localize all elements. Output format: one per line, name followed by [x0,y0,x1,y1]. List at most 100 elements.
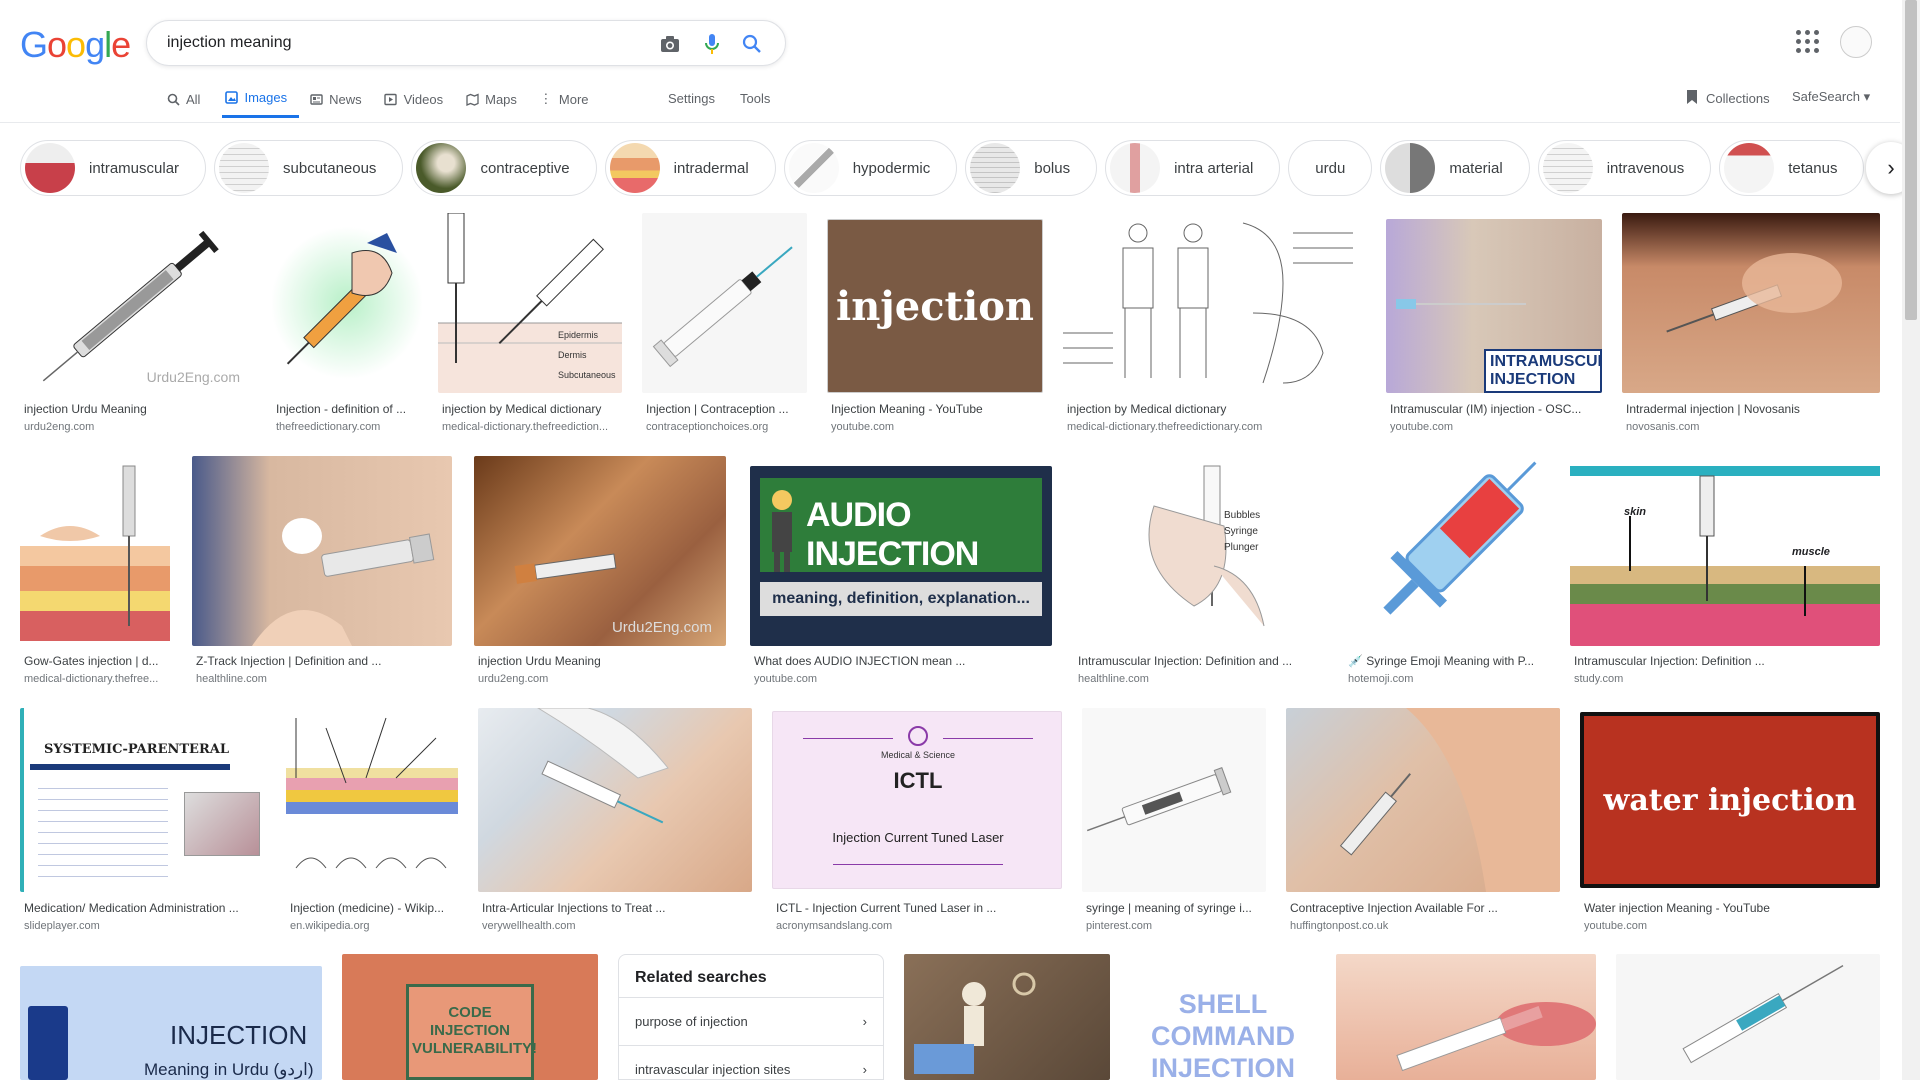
image-result[interactable]: CODE INJECTION VULNERABILITY! [342,954,598,1080]
result-thumbnail: AUDIO INJECTION meaning, definition, exp… [750,466,1052,646]
chip-intradermal[interactable]: intradermal [604,140,776,196]
chevron-right-icon: › [862,1062,867,1077]
result-title: injection Urdu Meaning [478,654,601,668]
image-result[interactable]: Urdu2Eng.com injection Urdu Meaning urdu… [20,213,252,443]
tab-videos[interactable]: Videos [384,80,456,118]
chip-thumbnail [219,143,270,193]
image-result[interactable]: Gow-Gates injection | d... medical-dicti… [20,456,170,688]
tab-maps[interactable]: Maps [465,80,529,118]
chip-thumbnail [1724,143,1775,193]
svg-text:Subcutaneous: Subcutaneous [558,370,616,380]
result-title: ICTL - Injection Current Tuned Laser in … [776,901,997,915]
chip-bolus[interactable]: bolus [965,140,1098,196]
result-source: youtube.com [754,673,817,685]
result-source: youtube.com [831,421,894,433]
collections-link[interactable]: Collections [1686,89,1770,108]
result-thumbnail [1622,213,1880,393]
image-result[interactable]: INTRAMUSCUL INJECTION Intramuscular (IM)… [1386,213,1602,443]
image-result[interactable]: Epidermis Dermis Subcutaneous injection by… [438,213,622,443]
google-logo[interactable]: Google [20,24,131,66]
result-thumbnail [904,954,1110,1080]
chip-urdu[interactable]: urdu [1288,140,1373,196]
related-search-label: intravascular injection sites [635,1062,791,1077]
tab-more[interactable]: ⋮ More [539,80,601,118]
image-text: AUDIO INJECTION [806,496,979,573]
chip-material[interactable]: material [1380,140,1530,196]
image-result[interactable]: Injection | Contraception ... contracept… [642,213,807,443]
image-text: CODE INJECTION VULNERABILITY! [412,1004,537,1057]
tab-news[interactable]: News [309,80,374,118]
image-result[interactable]: AUDIO INJECTION meaning, definition, exp… [750,456,1052,688]
image-result[interactable]: SYSTEMIC-PARENTERAL Medication/ Medicati… [20,708,266,938]
safesearch-menu[interactable]: SafeSearch ▾ [1792,89,1870,105]
chip-label: material [1449,159,1503,177]
chip-label: subcutaneous [283,159,377,177]
chip-subcutaneous[interactable]: subcutaneous [214,140,404,196]
camera-icon[interactable] [657,31,683,57]
result-title: Contraceptive Injection Available For ..… [1290,901,1498,915]
chip-thumbnail [970,143,1021,193]
image-result[interactable]: Intradermal injection | Novosanis novosa… [1622,213,1880,443]
image-result[interactable] [1616,954,1880,1080]
result-thumbnail: CODE INJECTION VULNERABILITY! [342,954,598,1080]
chip-contraceptive[interactable]: contraceptive [411,140,597,196]
scrollbar[interactable] [1902,0,1920,1080]
chip-label: contraceptive [480,159,570,177]
result-source: verywellhealth.com [482,920,576,932]
search-input[interactable] [167,30,637,56]
image-result[interactable]: Injection - definition of ... thefreedic… [272,213,422,443]
related-search-item[interactable]: intravascular injection sites › [619,1045,883,1080]
result-title: syringe | meaning of syringe i... [1086,901,1252,915]
header-divider [0,122,1900,123]
result-thumbnail [1616,954,1880,1080]
chip-intramuscular[interactable]: intramuscular [20,140,207,196]
image-result[interactable] [1336,954,1596,1080]
logo-letter: o [66,24,86,65]
image-watermark: Urdu2Eng.com [146,369,240,385]
apps-grid-icon[interactable] [1796,30,1820,54]
chip-hypodermic[interactable]: hypodermic [783,140,958,196]
result-thumbnail: Urdu2Eng.com [474,456,726,646]
tools-link[interactable]: Tools [740,91,770,106]
chip-tetanus[interactable]: tetanus [1719,140,1865,196]
image-result[interactable]: 💉 Syringe Emoji Meaning with P... hotemo… [1344,456,1550,688]
chip-thumbnail [25,143,75,193]
image-result[interactable]: INJECTION Meaning in Urdu (اردو) [20,966,322,1080]
chip-label: intra arterial [1174,159,1254,177]
result-source: urdu2eng.com [24,421,95,433]
image-result[interactable]: Bubbles Syringe Plunger Intramuscular In… [1074,456,1324,688]
image-result[interactable]: Contraceptive Injection Available For ..… [1286,708,1560,938]
settings-link[interactable]: Settings [668,91,715,106]
safesearch-label: SafeSearch [1792,89,1860,104]
image-result[interactable]: injection Injection Meaning - YouTube yo… [827,213,1043,443]
mic-icon[interactable] [699,31,725,57]
image-result[interactable]: syringe | meaning of syringe i... pinter… [1082,708,1266,938]
scrollbar-thumb[interactable] [1905,0,1917,320]
result-thumbnail: Bubbles Syringe Plunger [1074,456,1324,646]
chip-intravenous[interactable]: intravenous [1537,140,1712,196]
search-icon[interactable] [739,31,765,57]
image-result[interactable]: Z-Track Injection | Definition and ... h… [192,456,452,688]
image-result[interactable]: Urdu2Eng.com injection Urdu Meaning urdu… [474,456,726,688]
image-result[interactable]: Intra-Articular Injections to Treat ... … [478,708,752,938]
search-icon [166,92,180,106]
result-title: Gow-Gates injection | d... [24,654,159,668]
avatar[interactable] [1840,26,1872,58]
result-thumbnail: water injection [1580,712,1880,888]
image-result[interactable]: water injection Water injection Meaning … [1580,708,1880,938]
result-source: en.wikipedia.org [290,920,370,932]
logo-letter: l [104,24,112,65]
image-result[interactable]: SHELL COMMAND INJECTION [1130,954,1316,1080]
tab-all[interactable]: All [166,80,212,118]
chip-intra-arterial[interactable]: intra arterial [1105,140,1281,196]
image-result[interactable]: skin muscle Intramuscular Injection: Def… [1570,456,1880,688]
result-thumbnail [1082,708,1266,892]
image-result[interactable]: Medical & Science ICTL Injection Current… [772,708,1062,938]
chip-label: hypodermic [852,159,931,177]
tab-images[interactable]: Images [222,80,300,118]
result-title: injection by Medical dictionary [1067,402,1227,416]
related-search-item[interactable]: purpose of injection › [619,997,883,1045]
image-result[interactable]: injection by Medical dictionary medical-… [1063,213,1366,443]
image-result[interactable]: Injection (medicine) - Wikip... en.wikip… [286,708,458,938]
image-result[interactable] [904,954,1110,1080]
